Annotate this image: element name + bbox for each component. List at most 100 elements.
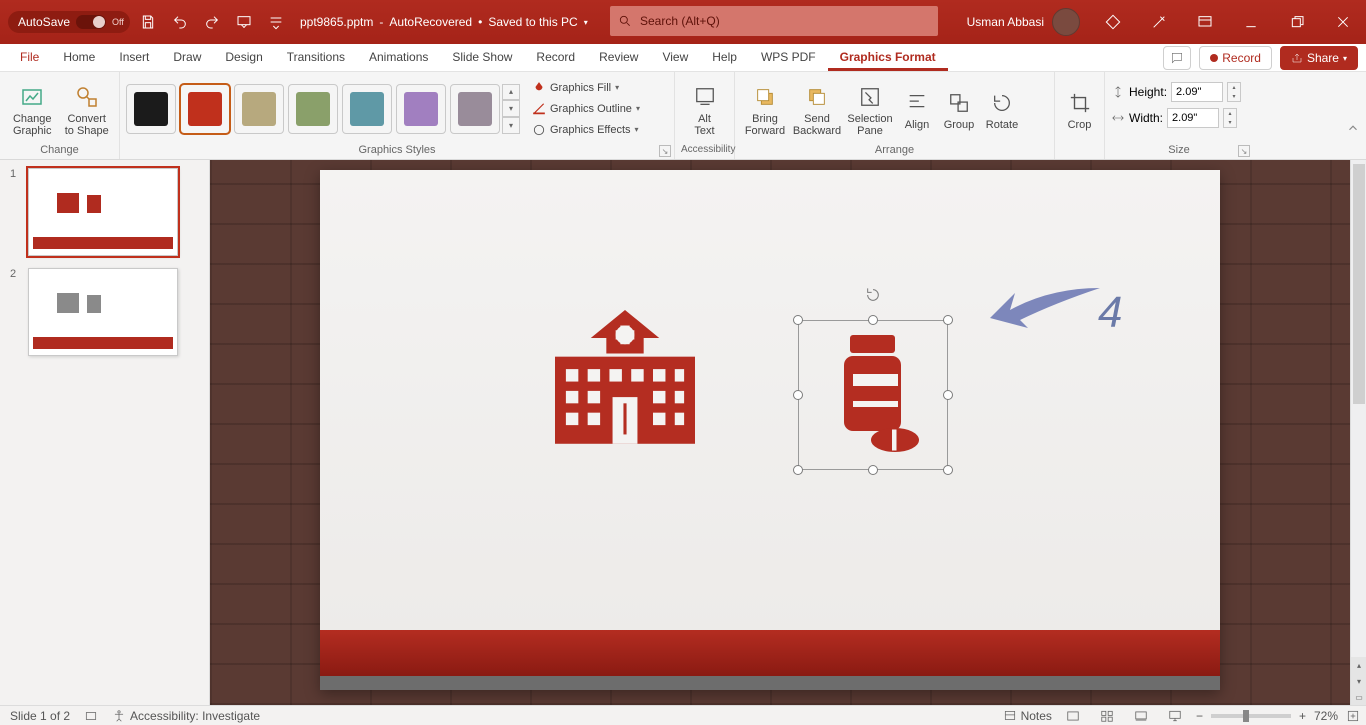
search-input[interactable]: [640, 14, 930, 28]
slide-sorter-button[interactable]: [1094, 707, 1120, 725]
change-graphic-button[interactable]: Change Graphic: [6, 81, 59, 137]
tab-slideshow[interactable]: Slide Show: [440, 43, 524, 71]
tab-draw[interactable]: Draw: [161, 43, 213, 71]
scroll-prev-slide[interactable]: ▴: [1351, 657, 1366, 673]
width-input[interactable]: [1167, 108, 1219, 128]
search-box[interactable]: [610, 6, 938, 36]
tab-help[interactable]: Help: [700, 43, 749, 71]
graphics-effects-button[interactable]: Graphics Effects▾: [528, 120, 644, 140]
save-button[interactable]: [134, 8, 162, 36]
style-swatch-2[interactable]: [234, 84, 284, 134]
notes-button[interactable]: Notes: [1003, 709, 1052, 723]
spellcheck-icon[interactable]: [84, 709, 98, 723]
tab-design[interactable]: Design: [213, 43, 274, 71]
width-field[interactable]: Width: ▴▾: [1111, 108, 1237, 128]
rotate-button[interactable]: Rotate: [981, 87, 1023, 131]
style-swatch-1[interactable]: [180, 84, 230, 134]
handle-w[interactable]: [793, 390, 803, 400]
tab-home[interactable]: Home: [51, 43, 107, 71]
redo-button[interactable]: [198, 8, 226, 36]
rotate-handle[interactable]: [865, 287, 881, 303]
tab-transitions[interactable]: Transitions: [275, 43, 357, 71]
slide-canvas-area[interactable]: 4 ▴ ▾ ▭: [210, 160, 1366, 705]
style-swatch-0[interactable]: [126, 84, 176, 134]
restore-button[interactable]: [1274, 0, 1320, 44]
width-spinner[interactable]: ▴▾: [1223, 108, 1237, 128]
tab-graphics-format[interactable]: Graphics Format: [828, 43, 948, 71]
scrollbar-thumb[interactable]: [1353, 164, 1365, 404]
handle-nw[interactable]: [793, 315, 803, 325]
zoom-out-button[interactable]: −: [1196, 709, 1203, 723]
style-swatch-6[interactable]: [450, 84, 500, 134]
handle-s[interactable]: [868, 465, 878, 475]
scroll-fit[interactable]: ▭: [1351, 689, 1366, 705]
scroll-next-slide[interactable]: ▾: [1351, 673, 1366, 689]
tab-file[interactable]: File: [8, 43, 51, 71]
minimize-button[interactable]: [1228, 0, 1274, 44]
send-backward-button[interactable]: Send Backward: [791, 81, 843, 137]
group-size: Height: ▴▾ Width: ▴▾ Size ↘: [1105, 72, 1253, 159]
slide-thumbnails-panel[interactable]: 1 2: [0, 160, 210, 705]
autosave-switch[interactable]: [76, 15, 106, 29]
autosave-toggle[interactable]: AutoSave Off: [8, 11, 130, 33]
zoom-percent[interactable]: 72%: [1314, 709, 1338, 723]
user-account[interactable]: Usman Abbasi: [957, 8, 1090, 36]
align-button[interactable]: Align: [897, 87, 937, 131]
comments-button[interactable]: [1163, 46, 1191, 70]
diamond-icon[interactable]: [1090, 0, 1136, 44]
start-from-beginning-button[interactable]: [230, 8, 258, 36]
convert-to-shape-button[interactable]: Convert to Shape: [61, 81, 114, 137]
handle-ne[interactable]: [943, 315, 953, 325]
zoom-slider-knob[interactable]: [1243, 710, 1249, 722]
zoom-in-button[interactable]: +: [1299, 709, 1306, 723]
handle-n[interactable]: [868, 315, 878, 325]
graphics-outline-button[interactable]: Graphics Outline▾: [528, 99, 644, 119]
share-button[interactable]: Share▾: [1280, 46, 1358, 70]
fit-to-window-button[interactable]: [1346, 709, 1360, 723]
height-input[interactable]: [1171, 82, 1223, 102]
slide-counter[interactable]: Slide 1 of 2: [10, 709, 70, 723]
close-button[interactable]: [1320, 0, 1366, 44]
alt-text-button[interactable]: Alt Text: [681, 81, 728, 137]
selection-box[interactable]: [798, 320, 948, 470]
group-button[interactable]: Group: [939, 87, 979, 131]
handle-e[interactable]: [943, 390, 953, 400]
gallery-spinner[interactable]: ▴▾▾: [502, 84, 520, 134]
size-dialog-launcher[interactable]: ↘: [1238, 145, 1250, 157]
normal-view-button[interactable]: [1060, 707, 1086, 725]
crop-button[interactable]: Crop: [1061, 87, 1098, 131]
graphics-fill-button[interactable]: Graphics Fill▾: [528, 78, 644, 98]
tab-animations[interactable]: Animations: [357, 43, 440, 71]
tab-wps-pdf[interactable]: WPS PDF: [749, 43, 828, 71]
ribbon-display-button[interactable]: [1182, 0, 1228, 44]
wand-icon[interactable]: [1136, 0, 1182, 44]
style-swatch-3[interactable]: [288, 84, 338, 134]
handle-sw[interactable]: [793, 465, 803, 475]
collapse-ribbon-button[interactable]: [1346, 121, 1360, 135]
style-gallery[interactable]: [126, 84, 500, 134]
vertical-scrollbar[interactable]: ▴ ▾ ▭: [1350, 160, 1366, 705]
slide-thumb-1[interactable]: [28, 168, 178, 256]
slide-thumb-2[interactable]: [28, 268, 178, 356]
undo-button[interactable]: [166, 8, 194, 36]
selection-pane-button[interactable]: Selection Pane: [845, 81, 895, 137]
accessibility-status[interactable]: Accessibility: Investigate: [112, 709, 260, 723]
handle-se[interactable]: [943, 465, 953, 475]
tab-insert[interactable]: Insert: [107, 43, 161, 71]
zoom-slider[interactable]: [1211, 714, 1291, 718]
styles-dialog-launcher[interactable]: ↘: [659, 145, 671, 157]
record-button[interactable]: Record: [1199, 46, 1272, 70]
tab-record[interactable]: Record: [524, 43, 587, 71]
customize-qat-button[interactable]: [262, 8, 290, 36]
hospital-icon[interactable]: [540, 310, 710, 450]
style-swatch-5[interactable]: [396, 84, 446, 134]
height-spinner[interactable]: ▴▾: [1227, 82, 1241, 102]
reading-view-button[interactable]: [1128, 707, 1154, 725]
slideshow-view-button[interactable]: [1162, 707, 1188, 725]
tab-view[interactable]: View: [650, 43, 700, 71]
bring-forward-button[interactable]: Bring Forward: [741, 81, 789, 137]
slide[interactable]: [320, 170, 1220, 690]
height-field[interactable]: Height: ▴▾: [1111, 82, 1241, 102]
tab-review[interactable]: Review: [587, 43, 650, 71]
style-swatch-4[interactable]: [342, 84, 392, 134]
